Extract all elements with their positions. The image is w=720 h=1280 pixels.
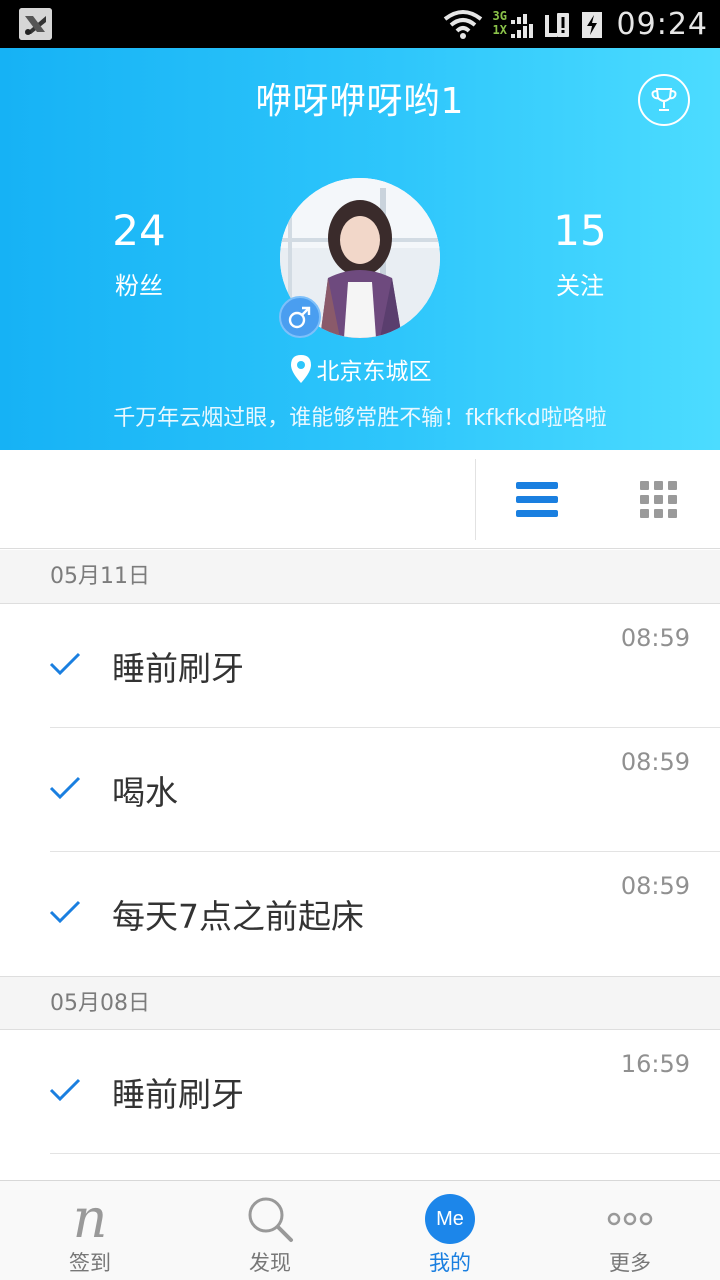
list-item[interactable]: 每天7点之前起床 08:59	[0, 852, 720, 976]
more-icon	[604, 1193, 656, 1245]
location: 北京东城区	[0, 352, 720, 386]
grid-view-button[interactable]	[639, 480, 679, 520]
entry-time: 08:59	[620, 748, 690, 776]
signal-icon: 3G 1X	[493, 8, 533, 40]
checkin-feed[interactable]: 05月11日 睡前刷牙 08:59 喝水 08:59 每天7点之前起床 08:5…	[0, 550, 720, 1180]
user-name: 咿呀咿呀哟1	[255, 81, 465, 122]
profile-header: 咿呀咿呀哟1 24 粉丝 15 关注 北京东城区 千万年云烟过眼，谁能够常胜不输…	[0, 48, 720, 450]
entry-time: 16:59	[620, 1050, 690, 1078]
wifi-icon	[443, 10, 482, 39]
sim-alert-icon	[544, 13, 569, 37]
follow-label: 关注	[556, 272, 604, 300]
follow-stat[interactable]: 15 关注	[495, 206, 665, 301]
status-time: 09:24	[616, 6, 708, 42]
bottom-nav: n 签到 发现 Me 我的 更多	[0, 1180, 720, 1280]
nav-item-discover[interactable]: 发现	[180, 1181, 360, 1280]
follow-count: 15	[553, 206, 607, 255]
checkin-icon: n	[72, 1187, 108, 1250]
fans-count: 24	[112, 206, 166, 255]
gender-badge	[279, 296, 321, 338]
date-header: 05月11日	[0, 550, 720, 604]
nav-item-more[interactable]: 更多	[540, 1181, 720, 1280]
check-icon	[49, 1078, 81, 1102]
list-item[interactable]: 喝水 08:59	[0, 728, 720, 852]
nav-label: 更多	[609, 1251, 651, 1275]
entry-title: 睡前刷牙	[112, 649, 244, 688]
status-bar: 3G 1X 09:24	[0, 0, 720, 48]
entry-title: 每天7点之前起床	[112, 897, 364, 936]
nav-item-checkin[interactable]: n 签到	[0, 1181, 180, 1280]
entry-time: 08:59	[620, 872, 690, 900]
entry-title: 喝水	[112, 773, 178, 812]
search-icon	[244, 1193, 296, 1245]
trophy-icon	[651, 88, 677, 111]
battery-charging-icon	[581, 12, 602, 38]
male-icon	[288, 306, 311, 329]
divider	[50, 1153, 720, 1154]
nav-label: 我的	[429, 1251, 471, 1275]
app-notification-icon	[19, 8, 52, 40]
list-view-icon	[516, 482, 558, 517]
app-screen: 3G 1X 09:24 咿呀咿呀哟1 24 粉丝 15 关注 北京东城区 千万年…	[0, 0, 720, 1280]
view-toggle-bar	[0, 450, 720, 549]
list-item[interactable]: 睡前刷牙 16:59	[0, 1030, 720, 1154]
me-badge: Me	[425, 1194, 475, 1244]
check-icon	[49, 652, 81, 676]
nav-label: 发现	[249, 1251, 291, 1275]
list-item[interactable]: 睡前刷牙 08:59	[0, 604, 720, 728]
fans-label: 粉丝	[115, 272, 163, 300]
date-header: 05月08日	[0, 976, 720, 1030]
fans-stat[interactable]: 24 粉丝	[54, 206, 224, 301]
view-divider	[475, 459, 476, 540]
check-icon	[49, 900, 81, 924]
location-text: 北京东城区	[316, 359, 432, 385]
grid-view-icon	[640, 481, 677, 518]
check-icon	[49, 776, 81, 800]
entry-time: 08:59	[620, 624, 690, 652]
entry-title: 睡前刷牙	[112, 1075, 244, 1114]
nav-item-me[interactable]: Me 我的	[360, 1181, 540, 1280]
trophy-button[interactable]	[638, 74, 690, 126]
signature: 千万年云烟过眼，谁能够常胜不输！fkfkfkd啦咯啦	[113, 406, 607, 431]
me-icon: Me	[424, 1193, 476, 1245]
location-pin-icon	[290, 355, 311, 383]
nav-label: 签到	[69, 1251, 111, 1275]
list-view-button[interactable]	[514, 480, 560, 520]
